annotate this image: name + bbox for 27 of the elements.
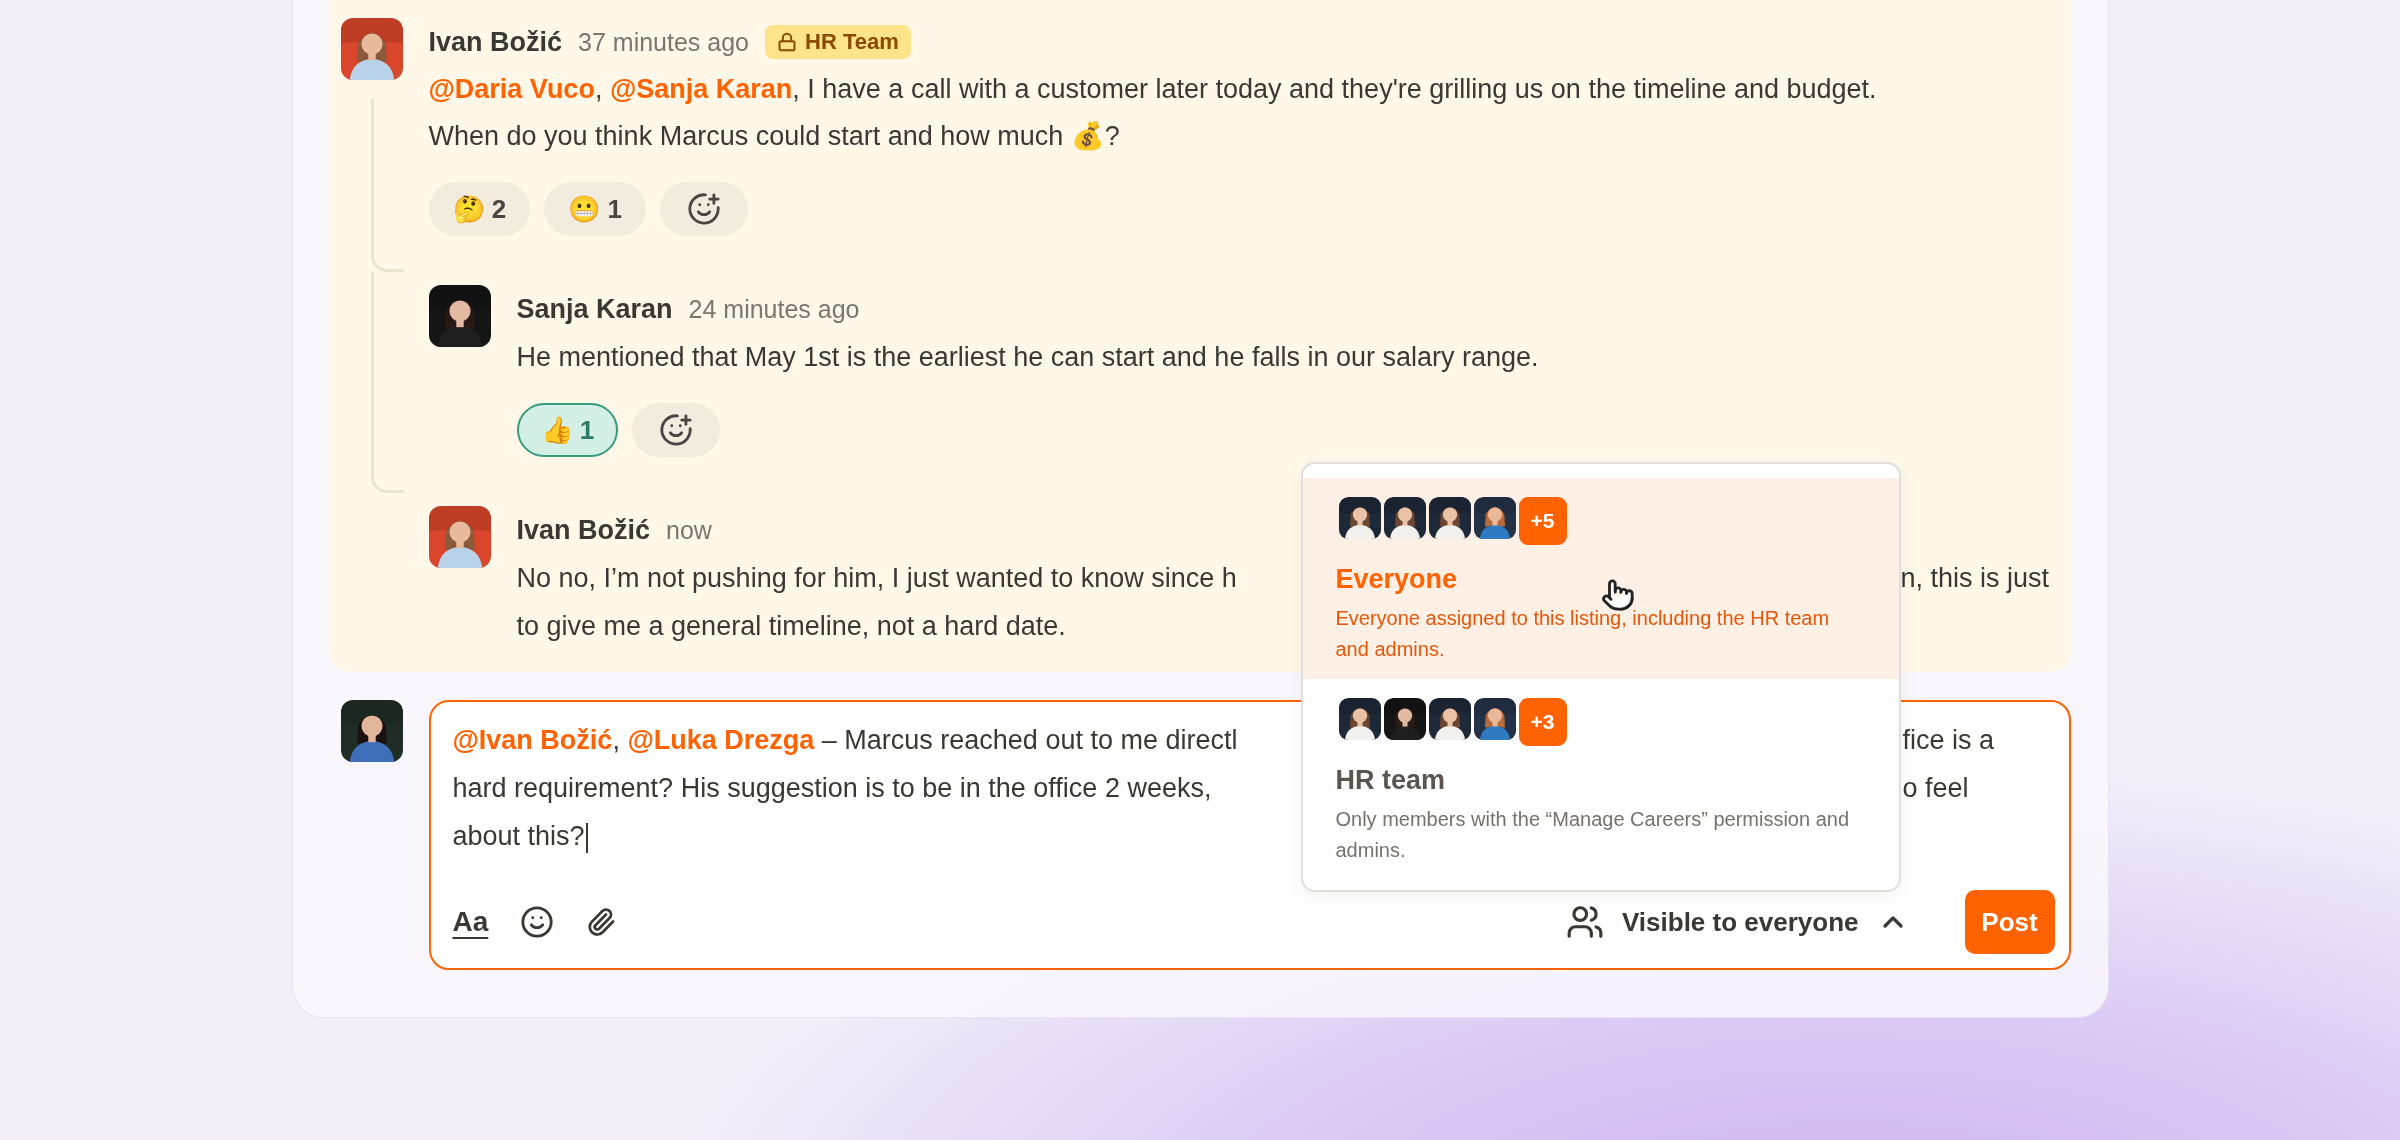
comment-text: to give me a general timeline, not a hard date. [516,611,1066,641]
input-text: fice is a [1902,724,1996,757]
author-name: Sanja Karan [516,293,673,325]
badge-label: HR Team [805,29,899,55]
reaction-button[interactable]: 👍 1 [516,403,619,457]
input-text: o feel [1902,772,1970,805]
author-name: Ivan Božić [428,26,563,58]
input-text: @Ivan Božić, @Luka Drezga – Marcus reached out to me directl [452,725,1238,755]
visibility-button[interactable]: Visible to everyone [1560,902,1915,942]
comment-text: No no, I’m not pushing for him, I just wanted to know since h [516,563,1237,593]
visibility-option[interactable]: +3 HR team Only members with the “Manage Careers” permission and admins. [1302,679,1899,880]
input-text: about this? [452,821,585,851]
comment-text: @Daria Vuco, @Sanja Karan, I have a call with a customer later today and they're grilling us on the timeline and budget. When do you think Marcus could start and how much 💰? [428,74,1877,151]
option-title: HR team [1335,765,1446,796]
comment-text: He mentioned that May 1st is the earliest he can start and he falls in our salary range. [516,342,1539,372]
comment-text: n, this is just [1900,562,2051,595]
input-text: hard requirement? His suggestion is to be in the office 2 weeks, [452,773,1212,803]
reaction-button[interactable]: 🤔 2 [428,182,531,236]
comment-time: 37 minutes ago [578,27,749,57]
option-description: Everyone assigned to this listing, including the HR team and admins. [1335,606,1831,662]
option-title: Everyone [1335,564,1458,595]
option-description: Only members with the “Manage Careers” permission and admins. [1335,807,1851,863]
reaction-button[interactable]: 😬 1 [544,182,646,236]
comment-time: now [666,515,712,545]
comment-time: 24 minutes ago [688,294,860,324]
author-name: Ivan Božić [516,514,651,546]
text-format-button[interactable]: Aa [452,906,489,938]
